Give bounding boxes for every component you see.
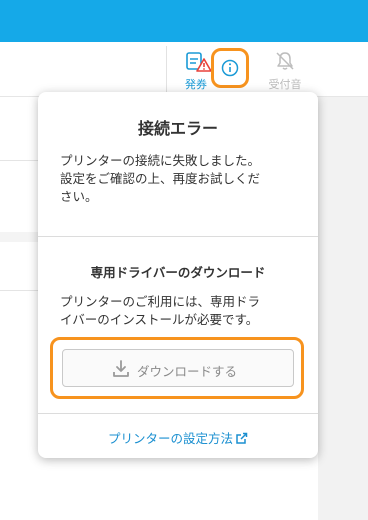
info-button[interactable]	[211, 48, 249, 88]
download-button-label: ダウンロードする	[137, 364, 238, 379]
driver-message-line: プリンターのご利用には、専用ドラ	[60, 294, 261, 309]
info-icon	[221, 59, 239, 77]
toolbar-divider	[166, 46, 167, 92]
error-message-line: プリンターの接続に失敗しました。	[60, 153, 261, 168]
printer-setup-link[interactable]: プリンターの設定方法	[38, 428, 318, 447]
driver-section-title: 専用ドライバーのダウンロード	[90, 265, 266, 280]
receive-sound-label: 受付音	[268, 78, 302, 91]
driver-message: プリンターのご利用には、専用ドラ イバーのインストールが必要です。	[60, 293, 300, 329]
bell-off-icon	[274, 50, 296, 75]
receive-sound-button[interactable]: 受付音	[262, 48, 308, 94]
download-button[interactable]: ダウンロードする	[62, 349, 294, 387]
printer-setup-link-label: プリンターの設定方法	[107, 431, 233, 446]
error-message-line: 設定をご確認の上、再度お試しくだ	[60, 171, 261, 186]
warning-triangle-icon	[196, 58, 212, 75]
issue-button[interactable]: 発券	[176, 48, 216, 94]
popover-title: 接続エラー	[137, 119, 218, 138]
popover-divider	[38, 236, 318, 237]
app-header-bar	[0, 0, 368, 42]
error-message: プリンターの接続に失敗しました。 設定をご確認の上、再度お試しくだ さい。	[60, 152, 300, 206]
download-icon	[111, 359, 131, 382]
error-message-line: さい。	[60, 189, 98, 204]
issue-label: 発券	[185, 78, 207, 91]
driver-message-line: イバーのインストールが必要です。	[60, 312, 259, 327]
connection-error-popover: 接続エラー プリンターの接続に失敗しました。 設定をご確認の上、再度お試しくだ …	[38, 92, 318, 458]
popover-divider	[38, 413, 318, 414]
external-link-icon	[236, 432, 248, 444]
right-scroll-area	[318, 97, 368, 520]
